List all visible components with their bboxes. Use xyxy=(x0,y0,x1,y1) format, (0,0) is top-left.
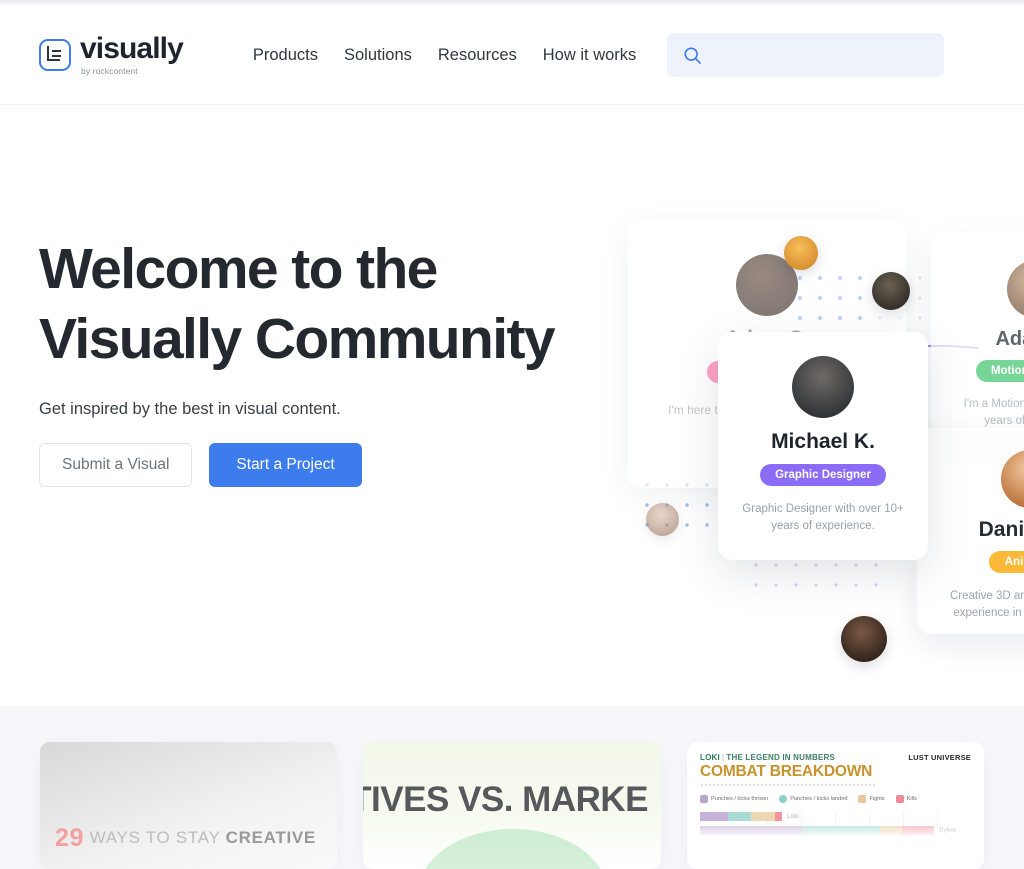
legend-label: Punches / kicks landed xyxy=(790,796,848,802)
role-badge: Graphic Designer xyxy=(760,464,886,486)
page-title: Welcome to the Visually Community xyxy=(39,234,619,374)
search-icon xyxy=(683,46,702,65)
gallery-card-1-caption: 29 WAYS TO STAY CREATIVE xyxy=(55,824,316,853)
legend-swatch-icon xyxy=(779,795,788,803)
role-badge: Animator xyxy=(988,551,1024,573)
logo-subtitle: by rockcontent xyxy=(81,66,138,77)
hero-copy: Welcome to the Visually Community Get in… xyxy=(39,234,619,487)
hero-section: Welcome to the Visually Community Get in… xyxy=(0,106,1024,784)
floating-avatar-3 xyxy=(646,503,679,536)
chart-fade-overlay xyxy=(700,826,971,842)
gallery-section: 29 WAYS TO STAY CREATIVE ATIVES VS. MARK… xyxy=(0,706,1024,869)
profile-card-michael-k[interactable]: Michael K. Graphic Designer Graphic Desi… xyxy=(718,332,928,560)
loki-legend-item: Punches / kicks landed xyxy=(779,795,847,803)
legend-swatch-icon xyxy=(700,795,708,803)
gallery-card-1-number: 29 xyxy=(55,824,85,852)
legend-label: Punches / kicks thrown xyxy=(711,796,769,802)
floating-avatar-1 xyxy=(784,236,818,270)
bar-segment xyxy=(775,812,782,821)
legend-swatch-icon xyxy=(895,795,904,803)
loki-legend: Punches / kicks thrown Punches / kicks l… xyxy=(700,795,971,803)
bar-segment xyxy=(728,812,751,821)
profile-description: Graphic Designer with over 10+ years of … xyxy=(742,503,904,533)
loki-kicker-sep: | xyxy=(721,753,725,762)
gallery-card-1-text-light: WAYS TO STAY xyxy=(89,828,226,847)
nav-item-solutions[interactable]: Solutions xyxy=(344,46,412,65)
loki-bar-row-loki: Loki xyxy=(700,812,971,821)
site-header: visually by rockcontent Products Solutio… xyxy=(0,6,1024,105)
search-box[interactable] xyxy=(667,33,945,77)
hero-title-line-1: Welcome to the xyxy=(39,237,438,301)
hero-title-line-2: Visually Community xyxy=(39,307,556,371)
gallery-card-ways-to-stay-creative[interactable]: 29 WAYS TO STAY CREATIVE xyxy=(40,742,337,869)
loki-header: LOKI | THE LEGEND IN NUMBERS COMBAT BREAKD… xyxy=(700,753,971,786)
nav-item-products[interactable]: Products xyxy=(253,46,318,65)
floating-avatar-4 xyxy=(841,616,887,662)
loki-kicker-1: LOKI xyxy=(700,753,720,762)
logo-wordmark: visually xyxy=(80,32,184,66)
submit-a-visual-button[interactable]: Submit a Visual xyxy=(39,443,193,487)
hero-actions: Submit a Visual Start a Project xyxy=(39,443,619,487)
site-logo[interactable]: visually by rockcontent xyxy=(39,32,184,77)
start-a-project-button[interactable]: Start a Project xyxy=(209,443,362,487)
loki-kicker-2: THE LEGEND IN NUMBERS xyxy=(726,753,836,762)
loki-dotted-rule xyxy=(700,784,876,786)
profile-card-adam-r[interactable]: Adam R. Motion Designer I'm a Motion Des… xyxy=(931,232,1024,432)
loki-kicker: LOKI | THE LEGEND IN NUMBERS xyxy=(700,753,876,762)
loki-title: COMBAT BREAKDOWN xyxy=(700,763,873,780)
floating-avatar-2 xyxy=(872,272,910,310)
profile-name: Daniela G. xyxy=(978,518,1024,541)
hero-illustration: Adam S. Motion Designer I'm here to help… xyxy=(610,218,1024,686)
nav-item-resources[interactable]: Resources xyxy=(438,46,517,65)
legend-swatch-icon xyxy=(858,795,867,803)
profile-description: I'm a Motion Designer with 5 years of ex… xyxy=(963,398,1024,428)
nav-item-how-it-works[interactable]: How it works xyxy=(543,46,637,65)
loki-legend-item: Fights xyxy=(858,795,885,803)
legend-label: Kills xyxy=(906,796,917,802)
profile-name: Adam R. xyxy=(995,328,1024,350)
loki-legend-item: Punches / kicks thrown xyxy=(700,795,768,803)
dot-grid-decoration-bottom xyxy=(754,563,878,587)
visually-logo-icon xyxy=(39,39,71,71)
gallery-card-1-text-bold: CREATIVE xyxy=(225,828,316,847)
hero-subtitle: Get inspired by the best in visual conte… xyxy=(39,400,341,418)
page-root: visually by rockcontent Products Solutio… xyxy=(0,0,1024,869)
avatar xyxy=(792,356,854,418)
avatar xyxy=(1007,260,1024,318)
gallery-card-loki-combat-breakdown[interactable]: LOKI | THE LEGEND IN NUMBERS COMBAT BREAKD… xyxy=(687,742,984,869)
loki-brand-logo: LUST UNIVERSE xyxy=(908,753,971,762)
search-input[interactable] xyxy=(712,46,929,64)
gallery-card-creatives-vs-marketers[interactable]: ATIVES VS. MARKE xyxy=(363,742,661,869)
main-navigation: Products Solutions Resources How it work… xyxy=(253,46,636,65)
profile-description: Creative 3D artist with 8+ years experie… xyxy=(949,590,1024,620)
green-arc-decoration xyxy=(418,829,608,869)
bar-segment xyxy=(751,812,775,821)
gallery-card-2-title: ATIVES VS. MARKE xyxy=(363,780,649,819)
loki-bar-chart: Loki Sylvie xyxy=(700,812,971,842)
loki-legend-item: Kills xyxy=(895,795,917,803)
legend-label: Fights xyxy=(869,796,885,802)
profile-card-daniela-g[interactable]: Daniela G. Animator Creative 3D artist w… xyxy=(917,428,1024,634)
bar-segment xyxy=(700,812,728,821)
avatar xyxy=(1001,450,1024,508)
bar-row-label: Loki xyxy=(787,813,799,820)
role-badge: Motion Designer xyxy=(975,360,1024,382)
profile-name: Michael K. xyxy=(771,430,875,453)
